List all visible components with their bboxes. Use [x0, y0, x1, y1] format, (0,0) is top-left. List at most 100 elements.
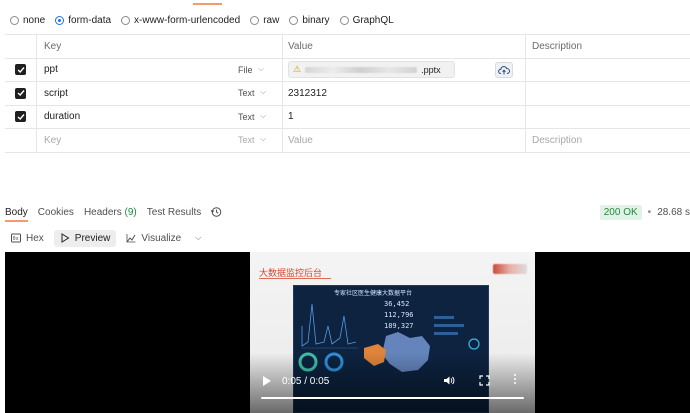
cloud-upload-icon [498, 65, 510, 74]
radio-circle[interactable] [10, 15, 19, 25]
radio-form-data-label: form-data [68, 14, 112, 26]
response-tabs-bar: Body Cookies Headers (9) Test Results 20… [0, 203, 690, 222]
row-key-cell[interactable]: ppt File ⌵ [37, 58, 283, 82]
chevron-down-icon: ⌵ [258, 65, 264, 73]
type-label: Text [238, 111, 255, 122]
cloud-upload-button[interactable] [495, 61, 513, 78]
new-description-cell[interactable]: Description [526, 129, 690, 152]
tab-headers[interactable]: Headers (9) [79, 207, 142, 218]
video-player[interactable]: 大数据监控后台 专家社区医生健康大数据平台 36,452 112,796 189… [250, 252, 535, 413]
radio-urlencoded[interactable]: x-www-form-urlencoded [121, 15, 240, 26]
row-check-cell [5, 129, 37, 152]
type-dropdown[interactable]: Text ⌵ [238, 106, 266, 129]
volume-icon[interactable] [443, 375, 455, 389]
new-key-cell[interactable]: Key Text ⌵ [37, 129, 283, 152]
header-description: Description [532, 40, 583, 52]
hex-button[interactable]: 0x Hex [5, 230, 50, 247]
row-key-cell[interactable]: script Text ⌵ [37, 82, 283, 105]
header-check-cell [5, 35, 37, 58]
slide-title-underline [259, 278, 331, 279]
row-description-cell[interactable] [526, 59, 690, 82]
preview-button[interactable]: Preview [53, 229, 117, 247]
radio-circle[interactable] [289, 15, 299, 25]
radio-raw[interactable]: raw [250, 15, 279, 26]
response-preview: 大数据监控后台 专家社区医生健康大数据平台 36,452 112,796 189… [5, 252, 690, 413]
row-checkbox[interactable] [15, 111, 26, 123]
tab-test-results[interactable]: Test Results [142, 207, 206, 218]
fullscreen-icon[interactable] [479, 375, 490, 389]
response-time[interactable]: 28.68 s [657, 207, 690, 218]
radio-circle[interactable] [250, 15, 260, 25]
radio-binary[interactable]: binary [289, 14, 330, 26]
hex-label: Hex [26, 232, 44, 244]
tab-cookies[interactable]: Cookies [33, 207, 79, 218]
radio-form-data[interactable]: form-data [55, 15, 111, 26]
separator-dot: • [647, 206, 652, 218]
tab-body[interactable]: Body [0, 207, 33, 218]
radio-graphql[interactable]: GraphQL [339, 14, 394, 26]
new-key-input[interactable]: Key [44, 135, 61, 146]
more-options-icon[interactable] [514, 374, 516, 384]
radio-urlencoded-label: x-www-form-urlencoded [134, 14, 241, 26]
video-time: 0:05 / 0:05 [282, 375, 330, 387]
file-extension: .pptx [421, 64, 441, 75]
new-description-input[interactable]: Description [532, 135, 582, 146]
visualize-icon [126, 234, 136, 243]
row-key[interactable]: duration [44, 111, 80, 122]
blurred-filename [305, 66, 418, 73]
row-value[interactable]: 1 [288, 111, 294, 122]
chevron-down-icon[interactable]: ⌵ [191, 233, 205, 243]
radio-circle[interactable] [339, 15, 349, 25]
history-icon[interactable] [210, 206, 222, 218]
table-row: script Text ⌵ 2312312 [5, 82, 690, 106]
type-dropdown[interactable]: File ⌵ [238, 59, 264, 82]
active-tab-indicator [193, 3, 222, 5]
table-header-row: Key Value Description [5, 35, 690, 59]
radio-graphql-label: GraphQL [352, 14, 394, 26]
row-value-cell[interactable]: 2312312 [283, 82, 526, 105]
radio-circle[interactable] [121, 15, 131, 25]
header-value: Value [288, 40, 313, 52]
table-empty-row: Key Text ⌵ Value Description [5, 129, 690, 153]
new-value-input[interactable]: Value [288, 135, 313, 146]
video-progress-bar[interactable] [261, 397, 524, 399]
response-meta: 200 OK • 28.68 s [599, 203, 690, 221]
row-key[interactable]: ppt [44, 64, 58, 75]
new-value-cell[interactable]: Value [283, 129, 526, 152]
radio-binary-label: binary [302, 14, 330, 26]
radio-none-label: none [23, 14, 46, 26]
headers-count: (9) [124, 206, 137, 218]
row-check-cell [5, 82, 37, 105]
row-key[interactable]: script [44, 88, 68, 99]
logo [493, 264, 527, 274]
status-badge[interactable]: 200 OK [599, 204, 642, 220]
row-description-cell[interactable] [526, 106, 690, 129]
visualize-button[interactable]: Visualize [120, 230, 187, 247]
type-dropdown[interactable]: Text ⌵ [238, 129, 266, 152]
type-label: File [238, 64, 253, 75]
row-description-cell[interactable] [526, 82, 690, 105]
radio-raw-label: raw [263, 14, 280, 26]
row-key-cell[interactable]: duration Text ⌵ [37, 105, 283, 129]
row-value-cell[interactable]: 1 [283, 105, 526, 128]
radio-none[interactable]: none [10, 15, 45, 26]
file-chip[interactable]: ⚠ .pptx [288, 61, 455, 79]
play-outline-icon [61, 233, 70, 243]
row-checkbox[interactable] [15, 64, 26, 76]
form-data-table: Key Value Description ppt File ⌵ ⚠ .pptx [5, 34, 690, 153]
row-value[interactable]: 2312312 [288, 88, 327, 99]
row-checkbox[interactable] [15, 87, 26, 99]
chevron-down-icon: ⌵ [260, 112, 266, 120]
header-value-cell: Value [283, 35, 526, 58]
chevron-down-icon: ⌵ [260, 136, 266, 144]
body-tab-indicator [5, 220, 28, 222]
type-label: Text [238, 88, 255, 99]
type-dropdown[interactable]: Text ⌵ [238, 82, 266, 105]
play-icon[interactable] [263, 376, 271, 386]
chevron-down-icon: ⌵ [260, 89, 266, 97]
header-key-cell: Key [37, 35, 283, 58]
svg-text:0x: 0x [13, 236, 19, 242]
warning-icon: ⚠ [293, 64, 302, 75]
row-value-cell[interactable]: ⚠ .pptx [283, 58, 526, 81]
radio-circle-selected[interactable] [55, 15, 65, 25]
